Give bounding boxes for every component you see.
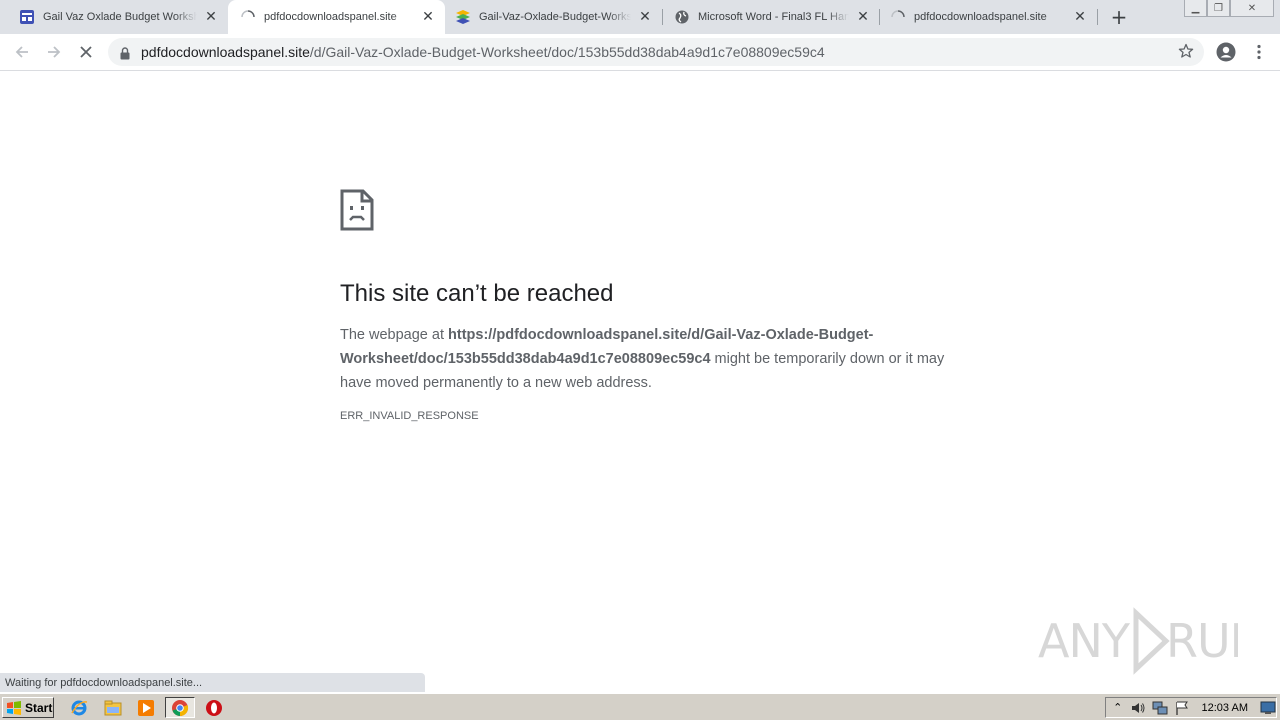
lock-icon[interactable]: [120, 45, 130, 64]
tab-0[interactable]: Gail Vaz Oxlade Budget Worksheet ✕: [0, 0, 228, 34]
internet-explorer-icon[interactable]: [69, 698, 89, 718]
chrome-icon: [172, 699, 189, 716]
error-description: The webpage at https://pdfdocdownloadspa…: [340, 323, 945, 395]
anyrun-watermark: ANY RUN: [1038, 605, 1238, 675]
more-vert-icon: [1257, 44, 1261, 60]
menu-button[interactable]: [1247, 40, 1271, 64]
svg-text:ANY: ANY: [1038, 614, 1131, 668]
sad-page-icon: [340, 189, 374, 235]
tab-title: Microsoft Word - Final3 FL Handout: [698, 11, 849, 23]
browser-toolbar: pdfdocdownloadspanel.site/d/Gail-Vaz-Oxl…: [0, 34, 1280, 71]
opera-icon[interactable]: [204, 698, 224, 718]
forward-arrow-icon: [48, 46, 61, 58]
system-tray: ⌃ 12:03 AM: [1105, 697, 1277, 718]
stop-button[interactable]: [74, 40, 98, 64]
address-bar[interactable]: pdfdocdownloadspanel.site/d/Gail-Vaz-Oxl…: [108, 38, 1204, 66]
url-host: pdfdocdownloadspanel.site: [141, 44, 310, 60]
tab-title: Gail Vaz Oxlade Budget Worksheet: [43, 11, 197, 23]
media-player-icon[interactable]: [136, 698, 156, 718]
back-button[interactable]: [10, 40, 34, 64]
tab-strip: Gail Vaz Oxlade Budget Worksheet ✕ pdfdo…: [0, 0, 1280, 34]
windows-logo-icon: [7, 700, 21, 715]
taskbar: Start ⌃ 12:03 AM: [0, 693, 1280, 720]
loading-spinner-icon: [240, 9, 256, 25]
minimize-icon[interactable]: ▁: [1184, 0, 1207, 17]
tab-title: pdfdocdownloadspanel.site: [914, 11, 1047, 23]
account-circle-icon: [1216, 42, 1236, 62]
loading-spinner-icon: [890, 9, 906, 25]
status-bubble: Waiting for pdfdocdownloadspanel.site...: [0, 673, 425, 692]
tab-1[interactable]: pdfdocdownloadspanel.site ✕: [228, 0, 445, 34]
error-desc-prefix: The webpage at: [340, 327, 449, 343]
back-arrow-icon: [15, 46, 28, 58]
svg-text:RUN: RUN: [1166, 614, 1238, 668]
close-icon[interactable]: ✕: [1072, 9, 1088, 25]
close-icon[interactable]: ✕: [855, 9, 871, 25]
tab-4[interactable]: pdfdocdownloadspanel.site ✕: [880, 0, 1097, 34]
bookmark-star-icon[interactable]: [1178, 43, 1194, 63]
action-center-flag-icon[interactable]: [1174, 700, 1190, 716]
close-icon[interactable]: ✕: [203, 9, 219, 25]
show-desktop-icon[interactable]: [1260, 700, 1276, 716]
new-tab-button[interactable]: +: [1108, 5, 1130, 29]
chrome-taskbar-button[interactable]: [165, 697, 195, 718]
stack-icon: [455, 9, 471, 25]
tab-title: Gail-Vaz-Oxlade-Budget-Worksheet: [479, 11, 631, 23]
volume-icon[interactable]: [1130, 700, 1146, 716]
file-explorer-icon[interactable]: [103, 698, 123, 718]
profile-button[interactable]: [1214, 40, 1238, 64]
tab-3[interactable]: Microsoft Word - Final3 FL Handout ✕: [663, 0, 880, 34]
clock[interactable]: 12:03 AM: [1202, 702, 1248, 714]
forward-button[interactable]: [42, 40, 66, 64]
error-code: ERR_INVALID_RESPONSE: [340, 410, 479, 422]
tab-separator: [1097, 9, 1098, 25]
close-icon[interactable]: ✕: [420, 9, 436, 25]
show-hidden-icons-icon[interactable]: ⌃: [1112, 700, 1124, 716]
network-icon[interactable]: [1152, 700, 1168, 716]
restore-icon[interactable]: ❐: [1207, 0, 1230, 17]
window-controls: ▁ ❐ ✕: [1184, 0, 1274, 17]
close-window-icon[interactable]: ✕: [1230, 0, 1274, 17]
stop-icon: [80, 46, 92, 58]
url-path: /d/Gail-Vaz-Oxlade-Budget-Worksheet/doc/…: [309, 44, 825, 60]
globe-icon: [674, 9, 690, 25]
url-text: pdfdocdownloadspanel.site/d/Gail-Vaz-Oxl…: [141, 44, 825, 60]
close-icon[interactable]: ✕: [637, 9, 653, 25]
start-label: Start: [25, 700, 53, 715]
error-title: This site can’t be reached: [340, 280, 614, 307]
start-button[interactable]: Start: [2, 697, 54, 718]
forms-icon: [19, 9, 35, 25]
anyrun-logo-icon: ANY RUN: [1038, 607, 1238, 675]
tab-2[interactable]: Gail-Vaz-Oxlade-Budget-Worksheet ✕: [445, 0, 662, 34]
tab-title: pdfdocdownloadspanel.site: [264, 11, 397, 23]
